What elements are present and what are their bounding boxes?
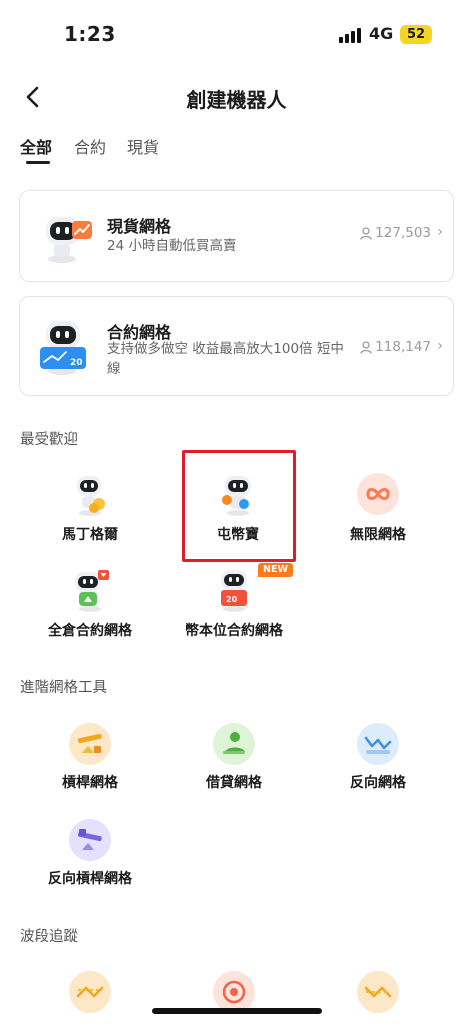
card-title: 現貨網格 — [107, 217, 172, 236]
swing-track-icon — [69, 971, 111, 1013]
grid-label: 無限網格 — [350, 527, 406, 543]
svg-text:20: 20 — [226, 595, 238, 604]
tab-futures[interactable]: 合約 — [74, 134, 106, 158]
status-time: 1:23 — [64, 22, 116, 46]
signal-icon — [339, 27, 363, 43]
bot-martingale[interactable]: 馬丁格爾 — [15, 472, 165, 552]
grid-label: 槓桿網格 — [62, 775, 118, 791]
network-type: 4G — [369, 24, 394, 43]
robot-spot-grid-icon — [46, 217, 92, 263]
bot-reverse-grid[interactable]: 反向網格 — [303, 722, 453, 792]
bot-coin-margined-grid[interactable]: 20 幣本位合約網格 — [159, 568, 309, 648]
card-description: 24 小時自動低買高賣 — [107, 238, 237, 254]
reverse-grid-icon — [357, 723, 399, 765]
user-count: 118,147 — [360, 339, 431, 355]
highlight-annotation — [182, 450, 296, 562]
grid-label: 馬丁格爾 — [62, 527, 118, 543]
status-bar: 1:23 4G 52 — [0, 0, 473, 70]
loan-grid-icon — [213, 723, 255, 765]
home-indicator[interactable] — [152, 1008, 322, 1014]
bot-reverse-leverage-grid[interactable]: 反向槓桿網格 — [15, 818, 165, 888]
grid-label: 幣本位合約網格 — [185, 623, 283, 639]
user-count-value: 118,147 — [375, 339, 431, 355]
page-title: 創建機器人 — [186, 88, 287, 112]
robot-coin-margined-icon: 20 — [221, 570, 247, 612]
futures-grid-card[interactable]: 20 合約網格 支持做多做空 收益最高放大100倍 短中線 118,147 › — [19, 296, 454, 396]
reverse-leverage-grid-icon — [69, 819, 111, 861]
chevron-right-icon: › — [437, 338, 443, 354]
battery-icon: 52 — [400, 25, 432, 44]
chevron-right-icon: › — [437, 224, 443, 240]
svg-text:20: 20 — [70, 358, 83, 368]
bot-infinity-grid[interactable]: 無限網格 — [303, 472, 453, 552]
grid-label: 全倉合約網格 — [48, 623, 132, 639]
section-heading-swing: 波段追蹤 — [20, 929, 78, 945]
tab-active-indicator — [26, 161, 50, 164]
robot-martingale-icon — [77, 476, 105, 516]
bot-swing-3[interactable] — [303, 970, 453, 1024]
infinity-icon — [357, 473, 399, 515]
robot-futures-grid-icon: 20 — [40, 321, 86, 375]
tab-spot[interactable]: 現貨 — [127, 134, 159, 158]
user-icon — [360, 340, 372, 354]
bot-swing-2[interactable] — [159, 970, 309, 1024]
bot-loan-grid[interactable]: 借貸網格 — [159, 722, 309, 792]
user-count: 127,503 — [360, 225, 431, 241]
grid-label: 借貸網格 — [206, 775, 262, 791]
robot-cross-margin-icon — [75, 570, 109, 612]
spot-grid-card[interactable]: 現貨網格 24 小時自動低買高賣 127,503 › — [19, 190, 454, 282]
swing-track-icon — [357, 971, 399, 1013]
bot-cross-margin-grid[interactable]: 全倉合約網格 — [15, 568, 165, 648]
tab-all[interactable]: 全部 — [20, 134, 52, 158]
grid-label: 反向網格 — [350, 775, 406, 791]
card-description: 支持做多做空 收益最高放大100倍 短中線 — [107, 341, 344, 377]
user-icon — [360, 226, 372, 240]
new-badge: NEW — [258, 563, 293, 577]
grid-label: 反向槓桿網格 — [48, 871, 132, 887]
leverage-grid-icon — [69, 723, 111, 765]
user-count-value: 127,503 — [375, 225, 431, 241]
section-heading-popular: 最受歡迎 — [20, 432, 78, 448]
bot-leverage-grid[interactable]: 槓桿網格 — [15, 722, 165, 792]
section-heading-advanced: 進階網格工具 — [20, 680, 107, 696]
bot-swing-1[interactable] — [15, 970, 165, 1024]
